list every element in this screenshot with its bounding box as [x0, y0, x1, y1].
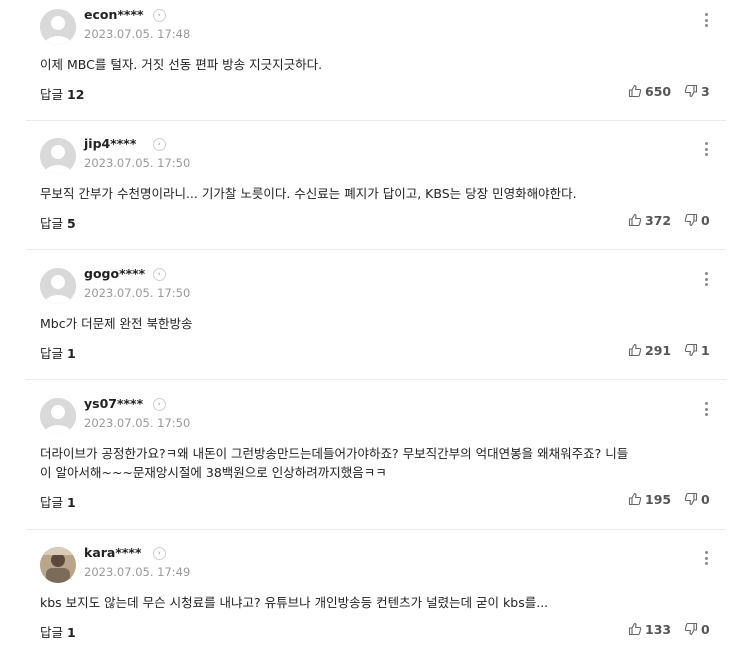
comment-date: 2023.07.05. 17:50: [84, 156, 191, 170]
reply-label: 답글: [40, 495, 64, 510]
dislike-count: 0: [701, 621, 710, 637]
kebab-menu-icon[interactable]: [700, 270, 712, 290]
reply-button[interactable]: 답글 5: [40, 213, 76, 232]
comment-text: Mbc가 더문제 완전 북한방송: [40, 314, 712, 333]
dislike-count: 1: [701, 342, 710, 358]
reply-count: 1: [67, 625, 76, 640]
comment-divider: [26, 529, 726, 530]
dislike-button[interactable]: 1: [684, 342, 710, 358]
comment-text-line: 무보직 간부가 수천명이라니... 기가찰 노릇이다. 수신료는 폐지가 답이고…: [40, 186, 577, 201]
reply-count: 5: [67, 216, 76, 231]
comment-text: kbs 보지도 않는데 무슨 시청료를 내냐고? 유튜브나 개인방송등 컨텐츠가…: [40, 593, 712, 612]
dislike-count: 0: [701, 212, 710, 228]
comment-divider: [26, 379, 726, 380]
comment-text-line: kbs 보지도 않는데 무슨 시청료를 내냐고? 유튜브나 개인방송등 컨텐츠가…: [40, 595, 549, 610]
dislike-count: 0: [701, 491, 710, 507]
reply-button[interactable]: 답글 1: [40, 492, 76, 511]
thumbs-down-icon: [684, 622, 701, 636]
dislike-count: 3: [701, 83, 710, 99]
avatar[interactable]: [40, 268, 76, 304]
reply-count: 12: [67, 87, 85, 102]
like-count: 195: [645, 491, 672, 507]
author-nickname[interactable]: jip4****: [84, 136, 136, 151]
kebab-menu-icon[interactable]: [700, 400, 712, 420]
thumbs-down-icon: [684, 213, 701, 227]
reply-label: 답글: [40, 346, 64, 361]
comment-date: 2023.07.05. 17:49: [84, 565, 191, 579]
dislike-button[interactable]: 3: [684, 83, 710, 99]
like-count: 291: [645, 342, 672, 358]
author-nickname[interactable]: econ****: [84, 7, 144, 22]
like-button[interactable]: 372: [628, 212, 671, 228]
chevron-right-icon[interactable]: ›: [152, 138, 166, 151]
comment-text-line: 이 알아서해~~~문재앙시절에 38백원으로 인상하려까지했음ㅋㅋ: [40, 465, 387, 480]
comment-text: 더라이브가 공정한가요?ㅋ왜 내돈이 그런방송만드는데들어가야하죠? 무보직간부…: [40, 444, 712, 482]
reply-label: 답글: [40, 87, 64, 102]
thumbs-up-icon: [628, 343, 645, 357]
chevron-right-icon[interactable]: ›: [152, 398, 166, 411]
comment-item: jip4**** › 2023.07.05. 17:50 무보직 간부가 수천명이라니…: [26, 129, 726, 249]
comment-text: 무보직 간부가 수천명이라니... 기가찰 노릇이다. 수신료는 폐지가 답이고…: [40, 184, 712, 203]
comment-divider: [26, 120, 726, 121]
kebab-menu-icon[interactable]: [700, 140, 712, 160]
comment-divider: [26, 249, 726, 250]
dislike-button[interactable]: 0: [684, 212, 710, 228]
comment-item: kara**** › 2023.07.05. 17:49 kbs 보지도 않는데 무슨…: [26, 538, 726, 645]
comment-text-line: 이제 MBC를 털자. 거짓 선동 편파 방송 지긋지긋하다.: [40, 57, 323, 72]
comment-date: 2023.07.05. 17:48: [84, 27, 191, 41]
author-nickname[interactable]: ys07****: [84, 396, 143, 411]
like-button[interactable]: 195: [628, 491, 671, 507]
reply-label: 답글: [40, 216, 64, 231]
comment-text: 이제 MBC를 털자. 거짓 선동 편파 방송 지긋지긋하다.: [40, 55, 712, 74]
comment-date: 2023.07.05. 17:50: [84, 416, 191, 430]
reply-button[interactable]: 답글 1: [40, 343, 76, 362]
like-count: 650: [645, 83, 672, 99]
avatar[interactable]: [40, 547, 76, 583]
comment-text-line: Mbc가 더문제 완전 북한방송: [40, 316, 193, 331]
reply-count: 1: [67, 495, 76, 510]
thumbs-up-icon: [628, 622, 645, 636]
comment-date: 2023.07.05. 17:50: [84, 286, 191, 300]
thumbs-up-icon: [628, 84, 645, 98]
like-count: 372: [645, 212, 672, 228]
author-nickname[interactable]: kara****: [84, 545, 142, 560]
thumbs-down-icon: [684, 492, 701, 506]
comment-text-line: 더라이브가 공정한가요?ㅋ왜 내돈이 그런방송만드는데들어가야하죠? 무보직간부…: [40, 446, 629, 461]
avatar[interactable]: [40, 138, 76, 174]
like-button[interactable]: 133: [628, 621, 671, 637]
chevron-right-icon[interactable]: ›: [152, 9, 166, 22]
dislike-button[interactable]: 0: [684, 491, 710, 507]
comment-item: econ**** › 2023.07.05. 17:48 이제 MBC를 털자. 거짓…: [26, 0, 726, 120]
like-count: 133: [645, 621, 672, 637]
comment-list: econ**** › 2023.07.05. 17:48 이제 MBC를 털자. 거짓…: [0, 0, 747, 645]
thumbs-up-icon: [628, 492, 645, 506]
author-nickname[interactable]: gogo****: [84, 266, 145, 281]
like-button[interactable]: 650: [628, 83, 671, 99]
reply-button[interactable]: 답글 12: [40, 84, 84, 103]
dislike-button[interactable]: 0: [684, 621, 710, 637]
thumbs-up-icon: [628, 213, 645, 227]
reply-count: 1: [67, 346, 76, 361]
avatar[interactable]: [40, 9, 76, 45]
reply-button[interactable]: 답글 1: [40, 622, 76, 641]
like-button[interactable]: 291: [628, 342, 671, 358]
avatar[interactable]: [40, 398, 76, 434]
chevron-right-icon[interactable]: ›: [152, 547, 166, 560]
reply-label: 답글: [40, 625, 64, 640]
chevron-right-icon[interactable]: ›: [152, 268, 166, 281]
kebab-menu-icon[interactable]: [700, 549, 712, 569]
thumbs-down-icon: [684, 343, 701, 357]
comment-item: ys07**** › 2023.07.05. 17:50 더라이브가 공정한가요?ㅋ왜…: [26, 389, 726, 529]
thumbs-down-icon: [684, 84, 701, 98]
comment-item: gogo**** › 2023.07.05. 17:50 Mbc가 더문제 완전 북한…: [26, 259, 726, 379]
kebab-menu-icon[interactable]: [700, 11, 712, 31]
